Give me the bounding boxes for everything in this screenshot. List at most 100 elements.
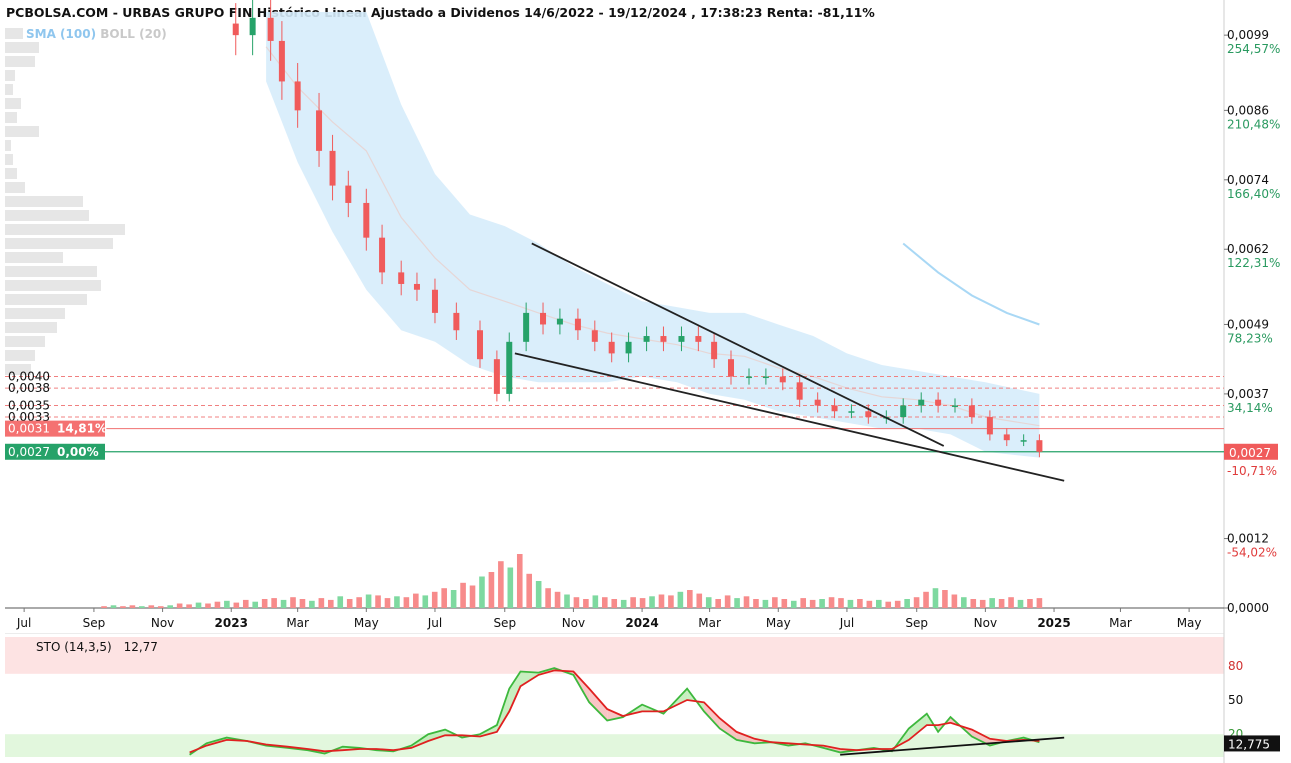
volume-bar [101, 606, 107, 608]
volume-bar [271, 598, 277, 608]
volume-profile-bar [5, 350, 35, 361]
volume-bar [205, 603, 211, 608]
volume-profile-bar [5, 322, 57, 333]
candle-body [814, 399, 821, 406]
price-chart[interactable]: 0,00400,00380,00350,00330,0031 14,81%0,00… [0, 0, 1291, 633]
volume-bar [592, 595, 599, 608]
volume-bar [242, 599, 249, 608]
candle-body [278, 40, 285, 82]
candle-body [1036, 440, 1043, 452]
volume-bar [554, 591, 561, 608]
candle-body [294, 81, 301, 111]
candle-body [796, 382, 803, 400]
x-tick-label: Nov [562, 616, 585, 630]
volume-profile-bar [5, 210, 89, 221]
candle-body [711, 341, 718, 360]
volume-bar [413, 593, 419, 608]
candle-body [453, 312, 460, 331]
y-tick-pct: 78,23% [1227, 331, 1273, 345]
volume-bar [214, 601, 221, 608]
candle-body [398, 272, 405, 284]
y-tick-pct: 254,57% [1227, 42, 1280, 56]
x-tick-label: May [766, 616, 791, 630]
x-tick-label: Sep [83, 616, 106, 630]
volume-bar [564, 594, 570, 608]
price-level-pct: 0,00% [57, 445, 99, 459]
volume-bar [318, 598, 325, 608]
x-tick-label: Mar [1109, 616, 1132, 630]
y-tick-pct: 122,31% [1227, 256, 1280, 270]
volume-bar [186, 604, 192, 608]
candle-body [591, 330, 598, 342]
price-level-pct: 14,81% [57, 422, 107, 436]
candle-body [540, 312, 547, 325]
volume-bar [176, 603, 183, 608]
volume-bar [753, 599, 759, 608]
volume-profile-bar [5, 112, 17, 123]
volume-bar [1008, 597, 1014, 608]
volume-bar [847, 599, 854, 608]
volume-bar [885, 601, 892, 608]
x-tick-label: 2023 [215, 616, 248, 630]
y-tick-pct: 166,40% [1227, 187, 1280, 201]
y-tick-label: 0,0049 [1227, 317, 1269, 331]
candle-body [727, 359, 734, 377]
volume-profile-bar [5, 140, 11, 151]
candle-body [625, 341, 632, 354]
volume-bar [894, 600, 901, 608]
volume-bar [1017, 599, 1024, 608]
y-tick-label: 0,0062 [1227, 242, 1269, 256]
volume-profile-bar [5, 182, 25, 193]
volume-bar [904, 599, 910, 608]
x-tick-label: Jul [839, 616, 854, 630]
candle-body [779, 376, 786, 383]
x-tick-label: Nov [151, 616, 174, 630]
sto-label: STO (14,3,5) [36, 640, 112, 654]
volume-bar [526, 573, 533, 608]
y-tick-label: 0,0037 [1227, 387, 1269, 401]
volume-bar [535, 581, 542, 608]
last-price-label: 0,0027 [1229, 446, 1271, 460]
volume-bar [913, 597, 920, 608]
y-tick-pct: -54,02% [1227, 546, 1277, 560]
candle-body [329, 150, 336, 186]
volume-bar [148, 605, 155, 608]
volume-bar [280, 599, 287, 608]
volume-bar [469, 585, 476, 608]
stochastic-chart[interactable]: 80502012,775 [0, 633, 1291, 763]
candle-body [413, 283, 420, 290]
candle-body [643, 336, 650, 342]
candle-body [556, 318, 563, 325]
y-tick-label: 0,0074 [1227, 173, 1269, 187]
volume-bar [309, 600, 315, 608]
volume-bar [961, 597, 967, 608]
candle-body [345, 185, 352, 203]
price-level-label: 0,0038 [8, 381, 50, 395]
oversold-zone [5, 734, 1224, 757]
candle-body [935, 399, 942, 406]
price-level-label: 0,0031 [8, 422, 50, 436]
volume-bar [677, 591, 684, 608]
candle-body [608, 341, 615, 354]
volume-profile-bar [5, 154, 13, 165]
x-tick-label: Jul [427, 616, 442, 630]
volume-bar [611, 599, 618, 608]
volume-bar [979, 599, 986, 608]
volume-bar [233, 602, 240, 608]
x-tick-label: Mar [286, 616, 309, 630]
volume-bar [460, 582, 466, 608]
volume-bar [989, 598, 995, 608]
volume-profile-bar [5, 70, 15, 81]
candle-body [746, 376, 753, 379]
candle-body [431, 289, 438, 313]
volume-bar [299, 599, 306, 608]
volume-bar [838, 598, 844, 608]
volume-profile-bar [5, 336, 45, 347]
volume-bar [762, 599, 769, 608]
volume-profile-bar [5, 308, 65, 319]
y-tick-pct: 210,48% [1227, 117, 1280, 131]
sto-y-tick-label: 80 [1228, 659, 1243, 673]
candle-body [951, 405, 958, 407]
volume-bar [781, 599, 788, 608]
last-price-pct: -10,71% [1227, 464, 1277, 478]
